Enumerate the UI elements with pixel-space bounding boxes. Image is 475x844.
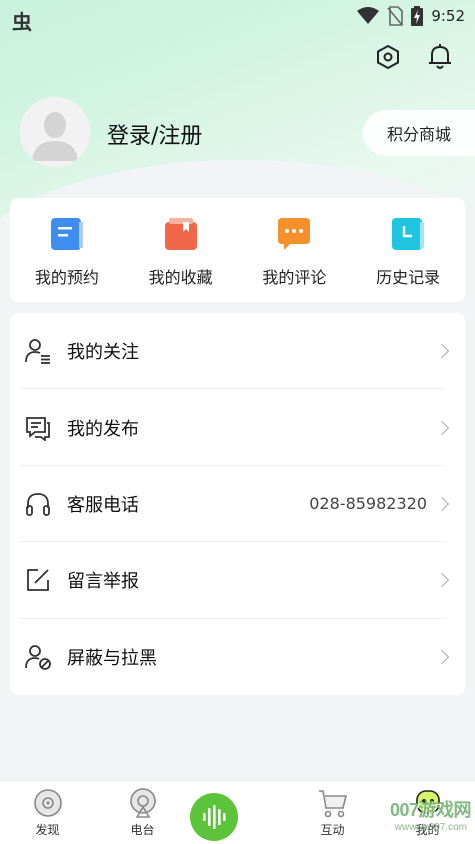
quick-action-label: 历史记录 [376, 268, 441, 287]
user-block-icon [24, 643, 52, 671]
status-indicators: 9:52 [357, 6, 465, 26]
settings-button[interactable] [373, 42, 403, 72]
menu-item-follow[interactable]: 我的关注 [10, 313, 465, 390]
live-audio-button[interactable] [190, 792, 238, 841]
avatar[interactable] [20, 97, 90, 167]
menu-list: 我的关注 我的发布 客服电话 028-85982320 留言举报 屏蔽与拉黑 [10, 313, 465, 695]
watermark-logo: 007游戏网 [389, 800, 472, 820]
chat-publish-icon [24, 414, 52, 442]
nav-label: 电台 [130, 823, 155, 837]
soundwave-icon [203, 804, 226, 829]
comment-icon [276, 216, 312, 252]
history-icon [390, 216, 426, 252]
header-actions [373, 42, 455, 72]
user-follow-icon [24, 337, 52, 365]
wifi-icon [357, 7, 380, 24]
login-register-link[interactable]: 登录/注册 [107, 118, 202, 150]
menu-item-label: 留言举报 [67, 571, 139, 593]
bell-icon [429, 44, 451, 69]
quick-action-label: 我的收藏 [148, 268, 213, 287]
edit-report-icon [24, 566, 52, 594]
quick-action-history[interactable]: 历史记录 [351, 198, 465, 302]
booking-icon [49, 216, 85, 252]
default-avatar-icon [20, 97, 90, 167]
chevron-right-icon [434, 420, 450, 435]
menu-item-label: 我的关注 [67, 342, 139, 364]
radio-icon [127, 787, 159, 819]
cart-icon [317, 787, 349, 819]
quick-action-label: 我的评论 [262, 268, 327, 287]
headphones-icon [24, 490, 52, 518]
nav-live[interactable] [190, 781, 285, 844]
hexagon-settings-icon [377, 44, 399, 70]
chevron-right-icon [434, 573, 450, 588]
menu-item-label: 我的发布 [67, 418, 139, 440]
menu-item-label: 屏蔽与拉黑 [67, 647, 157, 669]
nav-label: 互动 [320, 823, 345, 837]
app-notification-icon: 虫 [12, 10, 32, 34]
nav-label: 发现 [35, 823, 60, 837]
nav-interact[interactable]: 互动 [285, 781, 380, 844]
chevron-right-icon [434, 344, 450, 359]
menu-item-label: 客服电话 [67, 494, 139, 516]
no-sim-icon [387, 6, 404, 26]
quick-action-booking[interactable]: 我的预约 [10, 198, 124, 302]
menu-item-block[interactable]: 屏蔽与拉黑 [10, 619, 465, 695]
quick-action-comments[interactable]: 我的评论 [238, 198, 352, 302]
nav-discover[interactable]: 发现 [0, 781, 95, 844]
notification-button[interactable] [425, 42, 455, 72]
watermark-url: www.yx007.com [394, 822, 467, 833]
chevron-right-icon [434, 496, 450, 512]
disc-icon [32, 787, 64, 819]
quick-action-label: 我的预约 [34, 268, 99, 287]
quick-actions-card: 我的预约 我的收藏 我的评论 历史记录 [10, 198, 465, 302]
points-mall-button[interactable]: 积分商城 [363, 110, 475, 156]
service-phone-number: 028-85982320 [309, 494, 427, 514]
favorites-book-icon [163, 216, 199, 252]
menu-item-report[interactable]: 留言举报 [10, 542, 465, 619]
chevron-right-icon [434, 649, 450, 664]
nav-radio[interactable]: 电台 [95, 781, 190, 844]
status-bar: 虫 9:52 [0, 0, 475, 34]
battery-charging-icon [411, 6, 424, 26]
quick-action-favorites[interactable]: 我的收藏 [124, 198, 238, 302]
status-time: 9:52 [431, 7, 465, 25]
menu-item-publish[interactable]: 我的发布 [10, 389, 465, 467]
menu-item-service-phone[interactable]: 客服电话 028-85982320 [10, 466, 465, 543]
